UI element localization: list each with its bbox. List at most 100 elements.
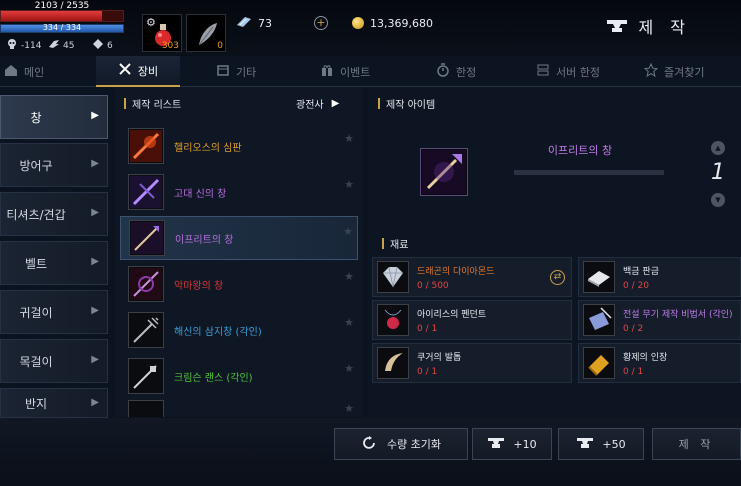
potion-slot[interactable]: ⚙ 303 [142, 14, 182, 52]
gold-amount: 13,369,680 [370, 16, 433, 30]
favorite-star-icon[interactable]: ★ [344, 316, 354, 329]
item-thumbnail [128, 128, 164, 164]
category-necklace[interactable]: 목걸이 ▶ [0, 339, 108, 383]
server-icon [536, 63, 550, 80]
chevron-right-icon: ▶ [91, 158, 99, 169]
list-item-partial[interactable]: ★ [120, 400, 358, 417]
material-count: 0 / 1 [417, 323, 438, 334]
item-divider [514, 170, 664, 175]
category-spear[interactable]: 창 ▶ [0, 95, 108, 139]
platinum-plate-icon [588, 271, 610, 287]
quantity-down-button[interactable]: ▼ [711, 193, 725, 207]
exchange-icon[interactable]: ⇄ [550, 270, 565, 285]
tab-main-label: 메인 [24, 65, 45, 79]
item-thumbnail [128, 174, 164, 210]
add-50-button[interactable]: +50 [558, 428, 644, 460]
fire-spear-icon [130, 130, 162, 162]
stat-wing-double: 6 [92, 38, 113, 53]
material-item[interactable]: 황제의 인장 0 / 1 [578, 343, 741, 383]
anvil-icon [487, 436, 505, 453]
favorite-star-icon[interactable]: ★ [344, 362, 354, 375]
header-marker [124, 98, 126, 109]
tab-other[interactable]: 기타 [216, 56, 286, 87]
category-label: 목걸이 [19, 354, 53, 369]
list-item-selected[interactable]: 이프리트의 창 ★ [120, 216, 358, 260]
reset-quantity-label: 수량 초기화 [386, 438, 442, 451]
refresh-icon [361, 435, 379, 453]
material-name: 백금 판금 [623, 266, 659, 277]
material-thumbnail [377, 347, 409, 379]
tab-favorites[interactable]: 즐겨찾기 [643, 56, 734, 87]
stat-skull: -114 [6, 38, 41, 53]
material-name: 황제의 인장 [623, 352, 668, 363]
tab-event-label: 이벤트 [340, 65, 371, 79]
reset-quantity-button[interactable]: 수량 초기화 [334, 428, 468, 460]
material-item[interactable]: 쿠거의 발톱 0 / 1 [372, 343, 572, 383]
list-item[interactable]: 해신의 삼지창 (각인) ★ [120, 308, 358, 352]
chevron-right-icon: ▶ [91, 397, 99, 408]
quantity-up-button[interactable]: ▲ [711, 141, 725, 155]
favorite-star-icon[interactable]: ★ [344, 132, 354, 145]
claw-icon [385, 353, 403, 371]
anvil-icon [576, 436, 594, 453]
top-hud: 2103 / 2535 334 / 334 -114 45 6 ⚙ 303 0 … [0, 0, 741, 56]
tab-equipment[interactable]: 장비 [96, 56, 180, 87]
class-filter[interactable]: 광전사 ▶ [296, 96, 339, 111]
gold-currency: + 13,369,680 [314, 16, 433, 30]
craft-button[interactable]: 제 작 [652, 428, 741, 460]
item-thumbnail [128, 358, 164, 394]
wing-icon [48, 38, 60, 53]
list-item[interactable]: 크림슨 랜스 (각인) ★ [120, 354, 358, 398]
add-10-button[interactable]: +10 [472, 428, 552, 460]
tab-limited-label: 한정 [456, 65, 477, 79]
pendant-icon [384, 309, 402, 329]
category-ring[interactable]: 반지 ▶ [0, 388, 108, 418]
tab-event[interactable]: 이벤트 [320, 56, 390, 87]
list-item[interactable]: 헬리오스의 심판 ★ [120, 124, 358, 168]
list-item[interactable]: 고대 신의 창 ★ [120, 170, 358, 214]
category-armor[interactable]: 방어구 ▶ [0, 143, 108, 187]
material-item[interactable]: 아이리스의 펜던트 0 / 1 [372, 300, 572, 340]
favorite-star-icon[interactable]: ★ [343, 225, 353, 238]
potion-count: 303 [161, 41, 179, 51]
class-filter-label: 광전사 [296, 100, 324, 111]
box-icon [216, 63, 230, 80]
craft-list-header: 제작 리스트 [124, 96, 181, 111]
feather-count: 0 [217, 41, 223, 51]
chevron-right-icon: ▶ [91, 305, 99, 316]
material-item[interactable]: 드래곤의 다이아몬드 0 / 500 ⇄ [372, 257, 572, 297]
material-thumbnail [583, 304, 615, 336]
hp-fill [1, 11, 103, 21]
category-belt[interactable]: 벨트 ▶ [0, 241, 108, 285]
category-earring[interactable]: 귀걸이 ▶ [0, 290, 108, 334]
material-item[interactable]: 전설 무기 제작 비법서 (각인) 0 / 2 [578, 300, 741, 340]
feather-slot[interactable]: 0 [186, 14, 226, 52]
favorite-star-icon[interactable]: ★ [344, 178, 354, 191]
category-label: 반지 [24, 396, 48, 411]
gift-icon [320, 63, 334, 80]
header-marker [382, 238, 384, 249]
selected-item-name: 이프리트의 창 [547, 144, 613, 157]
tab-bar: 메인 장비 기타 이벤트 한정 서버 한정 즐겨찾기 [0, 56, 741, 87]
item-name: 해신의 삼지창 (각인) [174, 326, 262, 338]
materials-header: 재료 [382, 236, 408, 251]
header-marker [378, 98, 380, 109]
category-label: 창 [30, 110, 42, 125]
tab-limited[interactable]: 한정 [436, 56, 496, 87]
selected-item-thumbnail [420, 148, 468, 196]
tab-server-limited-label: 서버 한정 [556, 65, 600, 79]
stat-wing-double-value: 6 [107, 40, 113, 51]
crystal-icon [236, 16, 252, 31]
materials-title: 재료 [390, 240, 409, 251]
stat-wing: 45 [48, 38, 74, 53]
favorite-star-icon[interactable]: ★ [344, 402, 354, 415]
list-item[interactable]: 악마왕의 창 ★ [120, 262, 358, 306]
chevron-right-icon: ▶ [91, 110, 99, 121]
add-gold-button[interactable]: + [314, 16, 328, 30]
coin-icon [352, 17, 364, 29]
material-item[interactable]: 백금 판금 0 / 20 [578, 257, 741, 297]
tab-main[interactable]: 메인 [0, 56, 50, 87]
tab-server-limited[interactable]: 서버 한정 [536, 56, 616, 87]
favorite-star-icon[interactable]: ★ [344, 270, 354, 283]
category-tshirt-shoulder[interactable]: 티셔츠/견갑 ▶ [0, 192, 108, 236]
